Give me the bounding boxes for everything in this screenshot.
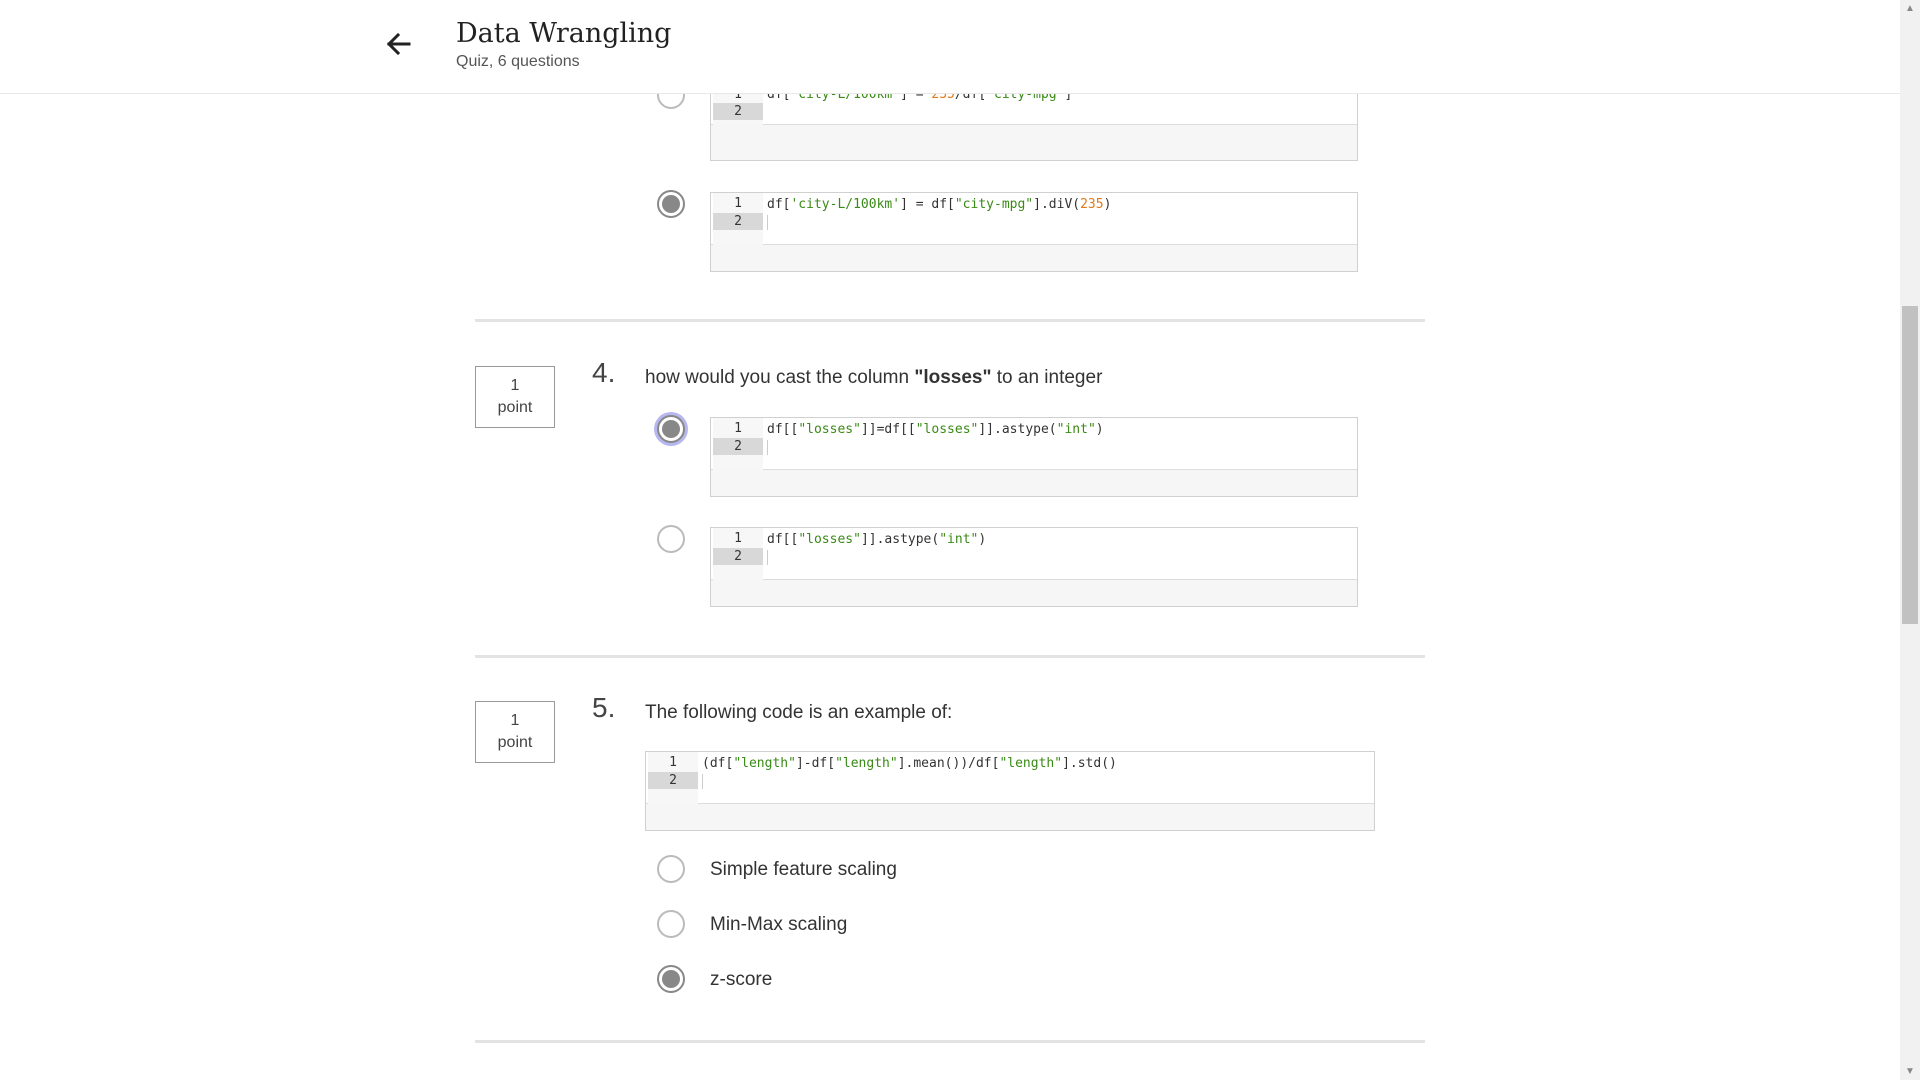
q4-option-2-code: 1 2 df[["losses"]].astype("int") <box>710 527 1358 607</box>
text-cursor <box>702 774 703 789</box>
q4-number: 4. <box>592 357 616 388</box>
code-line: (df["length"]-df["length"].mean())/df["l… <box>702 756 1117 771</box>
text-cursor <box>767 550 768 565</box>
q4-text-pre: how would you cast the column <box>645 367 915 388</box>
text-cursor <box>767 440 768 455</box>
question-divider <box>475 655 1425 658</box>
q5-points-box: 1 point <box>475 701 555 763</box>
q4-option-1-radio[interactable] <box>657 415 685 443</box>
points-value: 1 <box>510 377 520 394</box>
q3-option-2-code: 1 2 df['city-L/100km'] = df["city-mpg"].… <box>710 192 1358 272</box>
scroll-down-arrow-icon[interactable]: ▼ <box>1900 1063 1920 1080</box>
code-gutter: 1 2 <box>648 752 698 804</box>
q4-text-post: to an integer <box>991 367 1103 388</box>
q5-option-2-radio[interactable] <box>657 910 685 938</box>
line-number: 1 <box>734 531 742 546</box>
q5-option-3-radio[interactable] <box>657 965 685 993</box>
q5-question-text: The following code is an example of: <box>645 702 953 723</box>
line-number: 2 <box>713 438 763 455</box>
q5-option-1-radio[interactable] <box>657 855 685 883</box>
code-editor[interactable]: 1 2 df['city-L/100km'] = df["city-mpg"].… <box>711 193 1357 245</box>
line-number: 1 <box>734 196 742 211</box>
q4-question-text: how would you cast the column "losses" t… <box>645 367 1102 389</box>
page-title: Data Wrangling <box>456 18 672 49</box>
line-number: 1 <box>734 421 742 436</box>
arrow-left-icon <box>386 32 411 56</box>
question-divider <box>475 319 1425 322</box>
q4-option-2-radio[interactable] <box>657 525 685 553</box>
q5-option-2-label[interactable]: Min-Max scaling <box>710 914 847 936</box>
q5-option-3-label[interactable]: z-score <box>710 969 772 991</box>
line-number: 2 <box>713 213 763 230</box>
line-number: 1 <box>669 755 677 770</box>
page-subtitle: Quiz, 6 questions <box>456 53 580 70</box>
q5-option-1-label[interactable]: Simple feature scaling <box>710 859 897 881</box>
line-number: 2 <box>713 103 763 120</box>
scrollbar-thumb[interactable] <box>1902 306 1918 624</box>
code-gutter: 1 2 <box>713 528 763 580</box>
code-editor[interactable]: 1 2 df[["losses"]]=df[["losses"]].astype… <box>711 418 1357 470</box>
q3-option-2-radio[interactable] <box>657 190 685 218</box>
text-cursor <box>767 215 768 230</box>
code-editor[interactable]: 1 2 df[["losses"]].astype("int") <box>711 528 1357 580</box>
code-gutter: 1 2 <box>713 193 763 245</box>
code-line: df[["losses"]].astype("int") <box>767 532 987 547</box>
q5-code-snippet: 1 2 (df["length"]-df["length"].mean())/d… <box>645 751 1375 831</box>
code-line: df[["losses"]]=df[["losses"]].astype("in… <box>767 422 1104 437</box>
quiz-content: 1 2 df['city-L/100km'] = 235/df['city-mp… <box>0 0 1900 1080</box>
question-divider <box>475 1040 1425 1043</box>
points-label: point <box>497 734 533 751</box>
scroll-up-arrow-icon[interactable]: ▲ <box>1900 0 1920 17</box>
q4-text-bold: "losses" <box>914 367 992 388</box>
q4-points-box: 1 point <box>475 366 555 428</box>
code-editor[interactable]: 1 2 (df["length"]-df["length"].mean())/d… <box>646 752 1374 804</box>
code-line: df['city-L/100km'] = df["city-mpg"].diV(… <box>767 197 1112 212</box>
points-value: 1 <box>510 712 520 729</box>
line-number: 2 <box>648 772 698 789</box>
q5-number: 5. <box>592 692 616 723</box>
line-number: 2 <box>713 548 763 565</box>
code-gutter: 1 2 <box>713 418 763 470</box>
back-button[interactable] <box>383 28 415 60</box>
points-label: point <box>497 399 533 416</box>
vertical-scrollbar[interactable]: ▲ ▼ <box>1900 0 1920 1080</box>
q4-option-1-code: 1 2 df[["losses"]]=df[["losses"]].astype… <box>710 417 1358 497</box>
quiz-header: Data Wrangling Quiz, 6 questions <box>0 0 1900 94</box>
